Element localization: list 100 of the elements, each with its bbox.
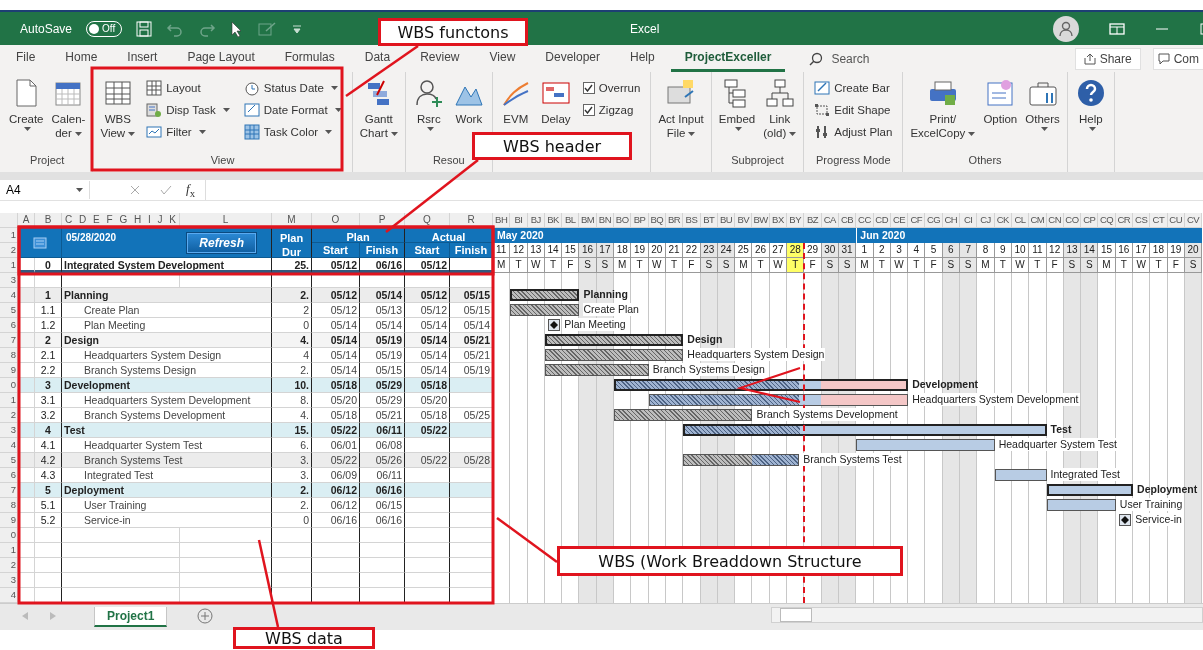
row-header[interactable]: 2	[0, 243, 18, 258]
column-header[interactable]: BL	[562, 213, 580, 228]
enter-icon[interactable]	[160, 185, 172, 195]
ribbon-button[interactable]: Edit Shape	[812, 99, 895, 120]
column-header[interactable]: BO	[614, 213, 632, 228]
column-header[interactable]: E	[93, 213, 100, 227]
gantt-bar[interactable]	[544, 334, 684, 346]
ribbon-button[interactable]: Status Date	[241, 77, 344, 98]
row-header[interactable]: 8	[0, 348, 18, 363]
gantt-bar[interactable]	[1046, 484, 1134, 496]
column-header[interactable]: CQ	[1098, 213, 1116, 228]
ribbon-tab[interactable]: Help	[616, 45, 669, 72]
row-header[interactable]: 9	[0, 363, 18, 378]
ribbon-tab[interactable]: Formulas	[270, 45, 349, 72]
checkbox-box[interactable]	[582, 103, 595, 116]
column-header[interactable]: D	[79, 213, 87, 227]
gantt-bar[interactable]	[683, 424, 1047, 436]
column-header[interactable]: BM	[579, 213, 597, 228]
column-header[interactable]: J	[157, 213, 163, 227]
row-header[interactable]: 1	[0, 543, 18, 558]
ribbon-button[interactable]: Others	[1022, 77, 1063, 135]
column-header[interactable]: CJ	[977, 213, 995, 228]
row-header[interactable]: 4	[0, 288, 18, 303]
gantt-bar[interactable]	[1046, 499, 1116, 511]
cancel-icon[interactable]	[130, 185, 140, 195]
column-header[interactable]: BP	[631, 213, 649, 228]
ribbon-checkbox[interactable]: Overrun	[580, 77, 643, 98]
ribbon-button[interactable]: WBS View	[97, 77, 139, 140]
column-header[interactable]: BV	[735, 213, 753, 228]
ribbon-button[interactable]: Option	[980, 77, 1021, 126]
column-header[interactable]: K	[169, 213, 176, 227]
comments-button[interactable]: Com	[1152, 47, 1203, 70]
column-header[interactable]: CM	[1029, 213, 1047, 228]
horizontal-scrollbar[interactable]	[771, 607, 1203, 623]
save-icon[interactable]	[136, 20, 153, 37]
gantt-bar[interactable]	[856, 439, 995, 451]
ribbon-button[interactable]: Act Input File	[655, 77, 707, 140]
ribbon-button[interactable]: Adjust Plan	[812, 121, 895, 142]
column-header[interactable]: CP	[1081, 213, 1099, 228]
row-header[interactable]: 1	[0, 258, 18, 273]
ribbon-tab[interactable]: View	[475, 45, 530, 72]
ribbon-button[interactable]: Embed	[715, 77, 759, 135]
row-header[interactable]: 3	[0, 423, 18, 438]
row-header[interactable]: 6	[0, 318, 18, 333]
ribbon-tab[interactable]: Page Layout	[173, 45, 269, 72]
ribbon-button[interactable]: Rsrc	[409, 77, 448, 135]
column-header[interactable]: G	[119, 213, 128, 227]
ribbon-button[interactable]: Create Bar	[812, 77, 895, 98]
column-header[interactable]: CT	[1150, 213, 1168, 228]
row-header[interactable]: 5	[0, 303, 18, 318]
ribbon-button[interactable]: Help	[1071, 77, 1110, 135]
customize-icon[interactable]	[292, 23, 303, 34]
column-header[interactable]: F	[106, 213, 113, 227]
ribbon-button[interactable]: Create	[6, 77, 47, 135]
ribbon-button[interactable]: Calen- der	[48, 77, 89, 140]
row-header[interactable]: 3	[0, 273, 18, 288]
row-header[interactable]: 4	[0, 588, 18, 603]
gantt-bar[interactable]	[614, 379, 909, 391]
gantt-bar[interactable]	[994, 469, 1047, 481]
avatar-icon[interactable]	[1053, 15, 1079, 42]
ribbon-display-icon[interactable]	[1109, 21, 1125, 36]
row-header[interactable]: 9	[0, 513, 18, 528]
column-header[interactable]: BY	[787, 213, 805, 228]
row-header[interactable]: 4	[0, 438, 18, 453]
column-header[interactable]: I	[147, 213, 151, 227]
ribbon-tab[interactable]: Developer	[531, 45, 614, 72]
row-header[interactable]: 3	[0, 573, 18, 588]
ribbon-button[interactable]: Task Color	[241, 121, 344, 142]
column-header[interactable]: BS	[683, 213, 701, 228]
ribbon-checkbox[interactable]: Zigzag	[580, 99, 643, 120]
ribbon-button[interactable]: Layout	[144, 77, 232, 98]
row-header[interactable]: 2	[0, 408, 18, 423]
search-icon[interactable]	[809, 51, 824, 66]
row-header[interactable]: 0	[0, 378, 18, 393]
ribbon-tab[interactable]: Data	[350, 45, 405, 72]
ribbon-button[interactable]: Delay	[536, 77, 575, 126]
column-header[interactable]: BZ	[804, 213, 822, 228]
column-header[interactable]: BH	[493, 213, 511, 228]
row-header[interactable]: 1	[0, 228, 18, 243]
row-header[interactable]: 8	[0, 498, 18, 513]
refresh-button[interactable]: Refresh	[186, 232, 257, 254]
ribbon-tab[interactable]: ProjectExceller	[670, 45, 786, 72]
column-header[interactable]: BI	[510, 213, 528, 228]
ribbon-tab[interactable]: Review	[406, 45, 474, 72]
add-sheet-icon[interactable]	[197, 608, 214, 624]
row-header[interactable]: 7	[0, 483, 18, 498]
column-header[interactable]: C	[65, 213, 73, 227]
ribbon-button[interactable]: EVM	[496, 77, 535, 126]
gantt-bar[interactable]	[648, 394, 909, 406]
column-header[interactable]: CG	[925, 213, 943, 228]
column-header[interactable]: CI	[960, 213, 978, 228]
search-field[interactable]: Search	[829, 50, 954, 67]
column-header[interactable]: BW	[752, 213, 770, 228]
share-button[interactable]: Share	[1074, 47, 1141, 70]
gantt-bar[interactable]	[510, 289, 580, 301]
ribbon-button[interactable]: Work	[449, 77, 488, 126]
row-header[interactable]: 1	[0, 393, 18, 408]
ribbon-tab[interactable]: Insert	[113, 45, 172, 72]
ribbon-tab[interactable]: File	[2, 45, 50, 72]
insert-function-label[interactable]: f$_{x}$	[186, 181, 196, 199]
